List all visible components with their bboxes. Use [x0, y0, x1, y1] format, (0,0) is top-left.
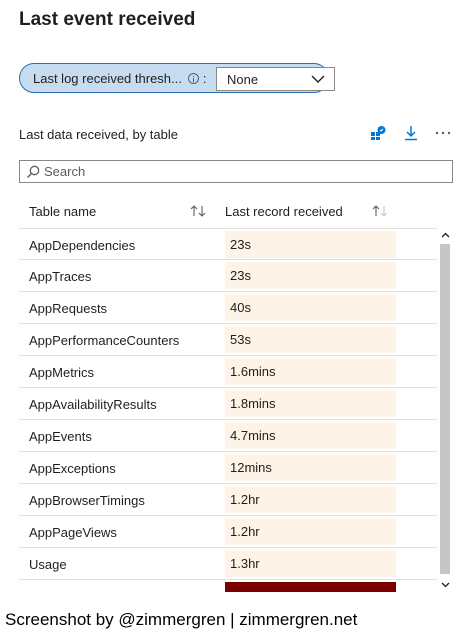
scroll-thumb[interactable] [440, 244, 450, 574]
table-row[interactable]: AppAvailabilityResults 1.8mins [19, 388, 437, 420]
last-record-cell [225, 582, 396, 592]
pin-to-dashboard-icon[interactable] [369, 124, 387, 142]
data-table-body: AppDependencies 23s AppTraces 23s AppRequest… [19, 228, 437, 592]
table-row[interactable]: AppPerformanceCounters 53s [19, 324, 437, 356]
threshold-select[interactable]: None [216, 67, 335, 91]
column-header-last-record[interactable]: Last record received [225, 204, 343, 219]
table-row[interactable]: AppEvents 4.7mins [19, 420, 437, 452]
threshold-filter-pill[interactable]: Last log received thresh... : None [19, 63, 335, 93]
table-name-cell: AppTraces [29, 269, 92, 284]
chevron-down-icon [311, 75, 325, 83]
more-icon[interactable] [434, 124, 452, 142]
table-name-cell: AppEvents [29, 429, 92, 444]
table-row[interactable]: AppDependencies 23s [19, 228, 437, 260]
search-input[interactable] [44, 164, 424, 179]
table-name-cell: AppDependencies [29, 238, 136, 253]
table-name-cell: Usage [29, 557, 67, 572]
table-header: Table name Last record received [19, 196, 437, 228]
page-title: Last event received [19, 9, 196, 30]
last-record-cell: 40s [225, 294, 396, 321]
last-record-cell: 23s [225, 262, 396, 289]
table-name-cell: AppMetrics [29, 365, 95, 380]
table-row[interactable] [19, 580, 437, 592]
download-icon[interactable] [402, 124, 420, 142]
threshold-filter-label: Last log received thresh... [33, 70, 182, 86]
filter-colon: : [202, 70, 207, 86]
screenshot-credit: Screenshot by @zimmergren | zimmergren.n… [5, 610, 358, 629]
table-name-cell: AppAvailabilityResults [29, 397, 157, 412]
last-record-cell: 1.2hr [225, 518, 396, 545]
table-row[interactable]: AppExceptions 12mins [19, 452, 437, 484]
last-record-cell: 1.8mins [225, 390, 396, 417]
table-name-cell: AppPageViews [29, 525, 117, 540]
table-row[interactable]: AppPageViews 1.2hr [19, 516, 437, 548]
sort-icon[interactable] [372, 204, 388, 218]
section-title: Last data received, by table [19, 127, 178, 142]
last-record-cell: 1.3hr [225, 550, 396, 577]
sort-icon[interactable] [190, 204, 206, 218]
scroll-down-icon[interactable] [437, 578, 453, 592]
last-record-cell: 23s [225, 231, 396, 258]
last-record-cell: 12mins [225, 454, 396, 481]
last-record-cell: 1.6mins [225, 358, 396, 385]
search-icon [26, 165, 40, 179]
last-record-cell: 1.2hr [225, 486, 396, 513]
table-name-cell: AppExceptions [29, 461, 116, 476]
table-name-cell: AppRequests [29, 301, 108, 316]
table-row[interactable]: AppBrowserTimings 1.2hr [19, 484, 437, 516]
table-name-cell: AppBrowserTimings [29, 493, 145, 508]
table-row[interactable]: AppTraces 23s [19, 260, 437, 292]
scroll-up-icon[interactable] [437, 228, 453, 242]
table-row[interactable]: AppMetrics 1.6mins [19, 356, 437, 388]
search-box[interactable] [19, 160, 453, 183]
last-record-cell: 4.7mins [225, 422, 396, 449]
vertical-scrollbar[interactable] [437, 228, 453, 592]
last-record-cell: 53s [225, 326, 396, 353]
table-row[interactable]: Usage 1.3hr [19, 548, 437, 580]
column-header-table-name[interactable]: Table name [29, 204, 96, 219]
table-row[interactable]: AppRequests 40s [19, 292, 437, 324]
threshold-selected-value: None [227, 71, 259, 87]
info-icon[interactable] [187, 72, 199, 84]
table-name-cell: AppPerformanceCounters [29, 333, 180, 348]
